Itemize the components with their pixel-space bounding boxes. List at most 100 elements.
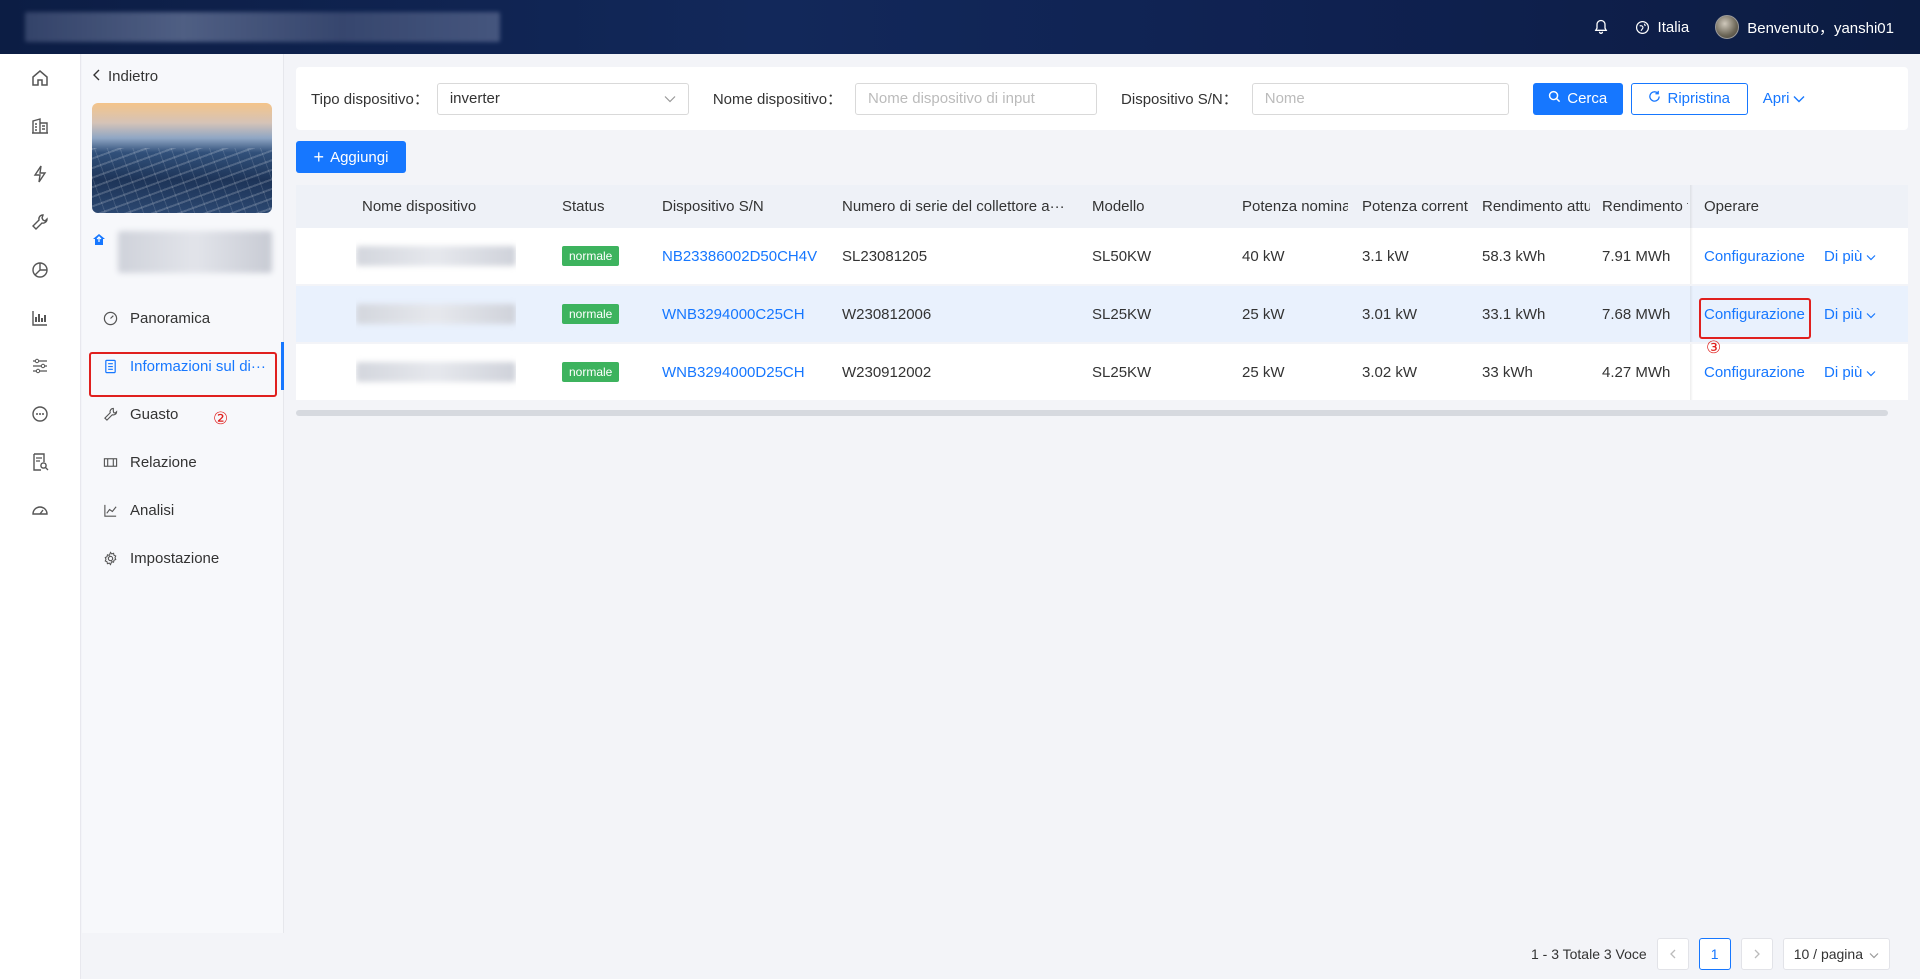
next-page-button[interactable] (1740, 938, 1773, 970)
reset-label: Ripristina (1667, 90, 1731, 107)
column-header[interactable]: Numero di serie del collettore a··· (842, 185, 1070, 228)
dashboard-icon (103, 311, 118, 326)
yield-today: 33.1 kWh (1482, 305, 1546, 323)
column-header[interactable]: Status (562, 185, 605, 228)
device-sn-link[interactable]: NB23386002D50CH4V (662, 228, 817, 284)
menu-item-label: Guasto (130, 405, 179, 423)
language-label: Italia (1657, 18, 1690, 36)
row-actions: Configurazione Di più (1690, 228, 1908, 284)
icon-rail (0, 54, 81, 979)
report-search-icon[interactable] (30, 452, 50, 472)
menu-item-guasto[interactable]: Guasto (82, 390, 284, 438)
menu-item-analisi[interactable]: Analisi (82, 486, 284, 534)
device-name-input[interactable]: Nome dispositivo di input (855, 82, 1098, 115)
status-badge: normale (562, 286, 620, 342)
menu-item-panoramica[interactable]: Panoramica (82, 294, 284, 342)
pie-chart-icon[interactable] (30, 260, 50, 280)
plus-icon: + (313, 147, 325, 167)
globe-icon (1635, 20, 1650, 35)
chat-icon[interactable] (30, 404, 50, 424)
more-dropdown[interactable]: Di più (1824, 286, 1876, 342)
column-header[interactable]: Rendimento attu (1482, 185, 1590, 228)
gear-icon (103, 550, 118, 566)
chevron-down-icon (664, 90, 676, 107)
prev-page-button[interactable] (1656, 938, 1689, 970)
menu-item-relazione[interactable]: Relazione (82, 438, 284, 486)
gauge-icon[interactable] (30, 500, 50, 520)
plant-name-redacted (118, 231, 272, 273)
search-label: Cerca (1567, 90, 1608, 107)
chevron-left-icon (92, 68, 102, 85)
column-header[interactable]: Rendimento t (1602, 185, 1688, 228)
chevron-down-icon (1869, 946, 1879, 962)
add-device-button[interactable]: + Aggiungi (296, 141, 406, 173)
configuration-link[interactable]: Configurazione (1704, 228, 1805, 284)
menu-item-label: Analisi (130, 501, 175, 519)
yield-total: 7.91 MWh (1602, 247, 1671, 265)
step-marker-3: ③ (1706, 338, 1722, 357)
expand-label: Apri (1762, 90, 1790, 107)
search-button[interactable]: Cerca (1532, 82, 1623, 115)
page-size-select[interactable]: 10 / pagina (1782, 938, 1890, 970)
bell-icon[interactable] (1593, 19, 1609, 35)
user-menu[interactable]: Benvenuto，yanshi01 (1715, 15, 1894, 39)
rated-power: 25 kW (1242, 305, 1285, 323)
bar-chart-icon[interactable] (30, 308, 50, 328)
more-dropdown[interactable]: Di più (1824, 344, 1876, 400)
collector-sn: SL23081205 (842, 247, 928, 265)
more-dropdown[interactable]: Di più (1824, 228, 1876, 284)
device-name-label: Nome dispositivo： (712, 91, 843, 108)
language-selector[interactable]: Italia (1635, 18, 1690, 36)
device-sn-link[interactable]: WNB3294000C25CH (662, 286, 805, 342)
horizontal-scrollbar[interactable] (296, 410, 1888, 416)
device-type-select[interactable]: inverter (436, 82, 689, 115)
device-sn-input[interactable]: Nome (1251, 82, 1509, 115)
wrench-icon (103, 407, 118, 422)
collector-sn: W230912002 (842, 363, 932, 381)
logo-redacted (25, 12, 500, 42)
device-table: Nome dispositivo Status Dispositivo S/N … (296, 185, 1908, 402)
reload-icon (1648, 90, 1661, 107)
device-name-redacted (356, 286, 516, 342)
column-header[interactable]: Nome dispositivo (362, 185, 476, 228)
rated-power: 40 kW (1242, 247, 1285, 265)
table-header: Nome dispositivo Status Dispositivo S/N … (296, 185, 1908, 228)
menu-item-label: Relazione (130, 453, 197, 471)
chevron-down-icon (1866, 364, 1876, 381)
pagination: 1 - 3 Totale 3 Voce 1 10 / pagina (1531, 938, 1890, 970)
report-icon (103, 455, 118, 470)
row-actions: Configurazione Di più (1690, 344, 1908, 400)
top-bar: Italia Benvenuto，yanshi01 (0, 0, 1920, 54)
pagination-summary: 1 - 3 Totale 3 Voce (1530, 946, 1647, 962)
back-link[interactable]: Indietro (92, 68, 158, 85)
back-label: Indietro (108, 68, 159, 85)
bolt-icon[interactable] (30, 164, 50, 184)
avatar (1715, 15, 1740, 39)
column-header[interactable]: Dispositivo S/N (662, 185, 764, 228)
yield-total: 7.68 MWh (1602, 305, 1671, 323)
reset-button[interactable]: Ripristina (1630, 82, 1748, 115)
table-row: normale WNB3294000D25CH W230912002 SL25K… (296, 344, 1908, 402)
column-header[interactable]: Potenza corrent (1362, 185, 1470, 228)
sliders-icon[interactable] (30, 356, 50, 376)
chevron-down-icon (1793, 90, 1805, 107)
column-header[interactable]: Modello (1092, 185, 1145, 228)
menu-item-impostazione[interactable]: Impostazione (82, 534, 284, 582)
table-row: normale WNB3294000C25CH W230812006 SL25K… (296, 286, 1908, 344)
plant-menu: Panoramica Informazioni sul di··· Guasto… (82, 294, 284, 582)
current-power: 3.1 kW (1362, 247, 1409, 265)
column-header[interactable]: Potenza nominale (1242, 185, 1348, 228)
plant-photo (92, 103, 272, 213)
home-icon[interactable] (30, 68, 50, 88)
current-power: 3.02 kW (1362, 363, 1418, 381)
expand-filters-link[interactable]: Apri (1763, 90, 1806, 107)
step-marker-2: ② (213, 409, 229, 428)
yield-today: 33 kWh (1482, 363, 1533, 381)
page-button[interactable]: 1 (1698, 938, 1731, 970)
yield-today: 58.3 kWh (1482, 247, 1546, 265)
device-sn-link[interactable]: WNB3294000D25CH (662, 344, 805, 400)
building-icon[interactable] (30, 116, 50, 136)
wrench-icon[interactable] (30, 212, 50, 232)
collector-sn: W230812006 (842, 305, 932, 323)
menu-item-label: Impostazione (130, 549, 220, 567)
